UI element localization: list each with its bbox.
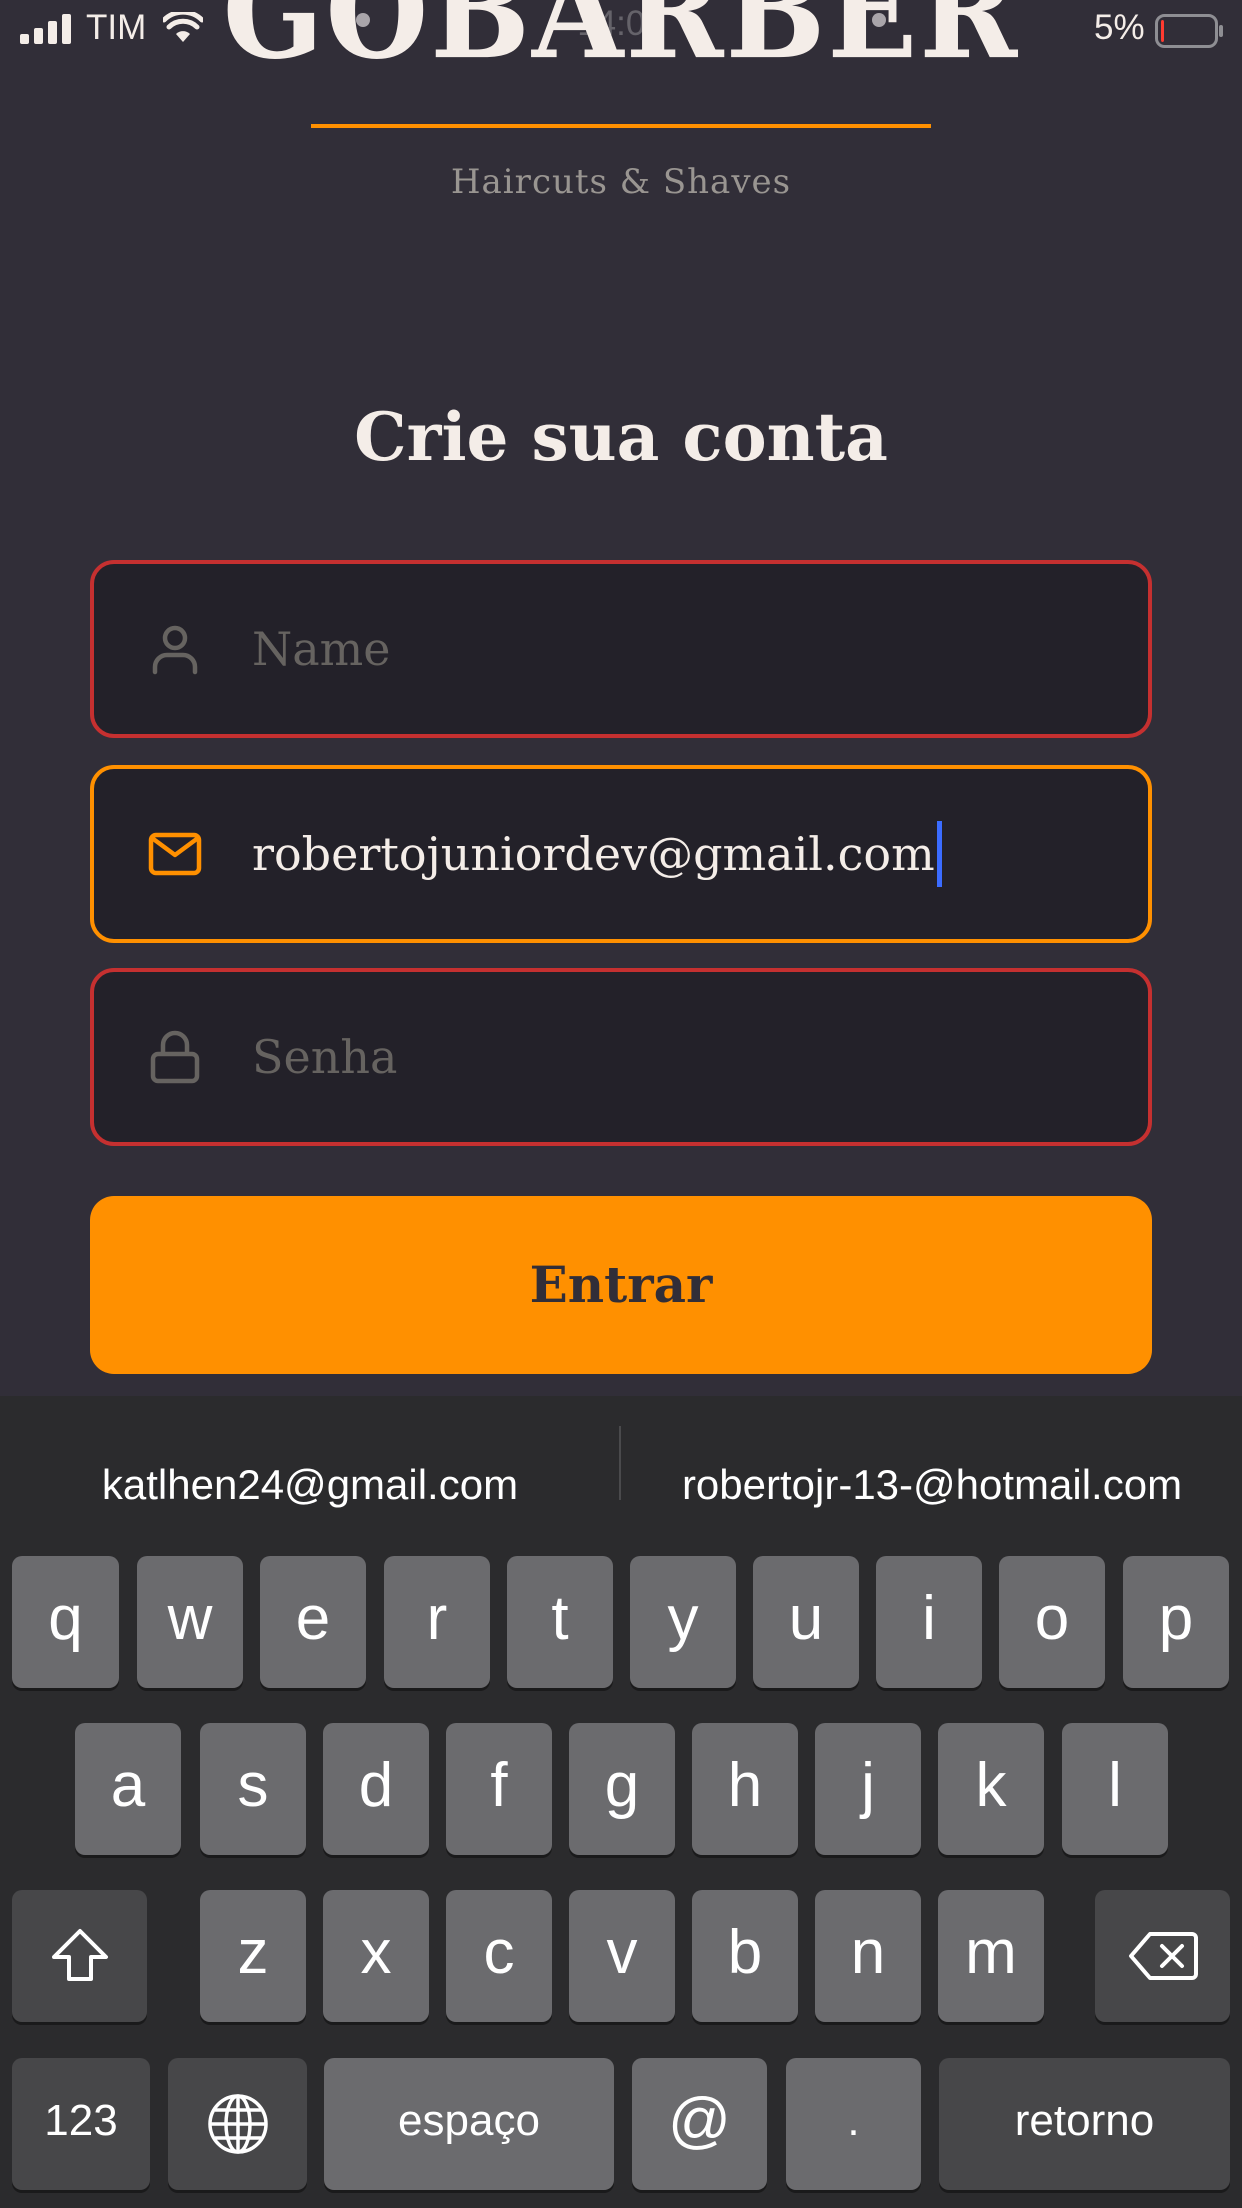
key[interactable]: h — [692, 1723, 798, 1855]
key[interactable]: n — [815, 1890, 921, 2022]
key[interactable]: b — [692, 1890, 798, 2022]
globe-key[interactable] — [168, 2058, 307, 2190]
submit-button[interactable]: Entrar — [90, 1196, 1152, 1374]
key[interactable]: t — [507, 1556, 613, 1688]
key[interactable]: e — [260, 1556, 366, 1688]
lock-icon — [150, 1030, 200, 1084]
key[interactable]: k — [938, 1723, 1044, 1855]
text-caret — [936, 821, 942, 887]
name-field[interactable]: Name — [90, 560, 1152, 738]
globe-icon — [207, 2094, 268, 2154]
page-title: Crie sua conta — [354, 398, 888, 476]
email-field[interactable]: robertojuniordev@gmail.com — [90, 765, 1152, 943]
key[interactable]: i — [876, 1556, 982, 1688]
suggestion-divider — [619, 1426, 621, 1500]
key[interactable]: j — [815, 1723, 921, 1855]
logo-underline — [311, 124, 931, 128]
numbers-key[interactable]: 123 — [12, 2058, 150, 2190]
logo-brand: GOBARBER — [222, 0, 1020, 88]
email-suggestion[interactable]: katlhen24@gmail.com — [0, 1420, 620, 1550]
key[interactable]: c — [446, 1890, 552, 2022]
key[interactable]: r — [384, 1556, 490, 1688]
dot-key[interactable]: . — [786, 2058, 921, 2190]
key[interactable]: p — [1123, 1556, 1229, 1688]
key[interactable]: z — [200, 1890, 306, 2022]
key[interactable]: y — [630, 1556, 736, 1688]
logo-ornament-dot — [872, 13, 886, 27]
email-input[interactable]: robertojuniordev@gmail.com — [252, 769, 942, 939]
shift-icon — [51, 1929, 108, 1981]
backspace-key[interactable] — [1095, 1890, 1230, 2022]
key[interactable]: m — [938, 1890, 1044, 2022]
password-placeholder: Senha — [252, 1030, 398, 1084]
mail-icon — [148, 832, 202, 876]
space-key[interactable]: espaço — [324, 2058, 614, 2190]
key[interactable]: q — [12, 1556, 119, 1688]
key[interactable]: s — [200, 1723, 306, 1855]
email-value: robertojuniordev@gmail.com — [252, 827, 935, 881]
logo-tagline: Haircuts & Shaves — [450, 162, 792, 202]
user-icon — [152, 625, 198, 675]
name-placeholder: Name — [252, 622, 391, 676]
key[interactable]: u — [753, 1556, 859, 1688]
shift-key[interactable] — [12, 1890, 147, 2022]
return-key[interactable]: retorno — [939, 2058, 1230, 2190]
key[interactable]: l — [1062, 1723, 1168, 1855]
password-field[interactable]: Senha — [90, 968, 1152, 1146]
key[interactable]: x — [323, 1890, 429, 2022]
key[interactable]: v — [569, 1890, 675, 2022]
key[interactable]: a — [75, 1723, 181, 1855]
key[interactable]: o — [999, 1556, 1105, 1688]
key[interactable]: g — [569, 1723, 675, 1855]
logo-ornament-dot — [356, 13, 370, 27]
backspace-icon — [1128, 1932, 1198, 1980]
key[interactable]: d — [323, 1723, 429, 1855]
email-suggestion[interactable]: robertojr-13-@hotmail.com — [622, 1420, 1242, 1550]
key[interactable]: f — [446, 1723, 552, 1855]
key[interactable]: w — [137, 1556, 243, 1688]
at-key[interactable]: @ — [632, 2058, 767, 2190]
